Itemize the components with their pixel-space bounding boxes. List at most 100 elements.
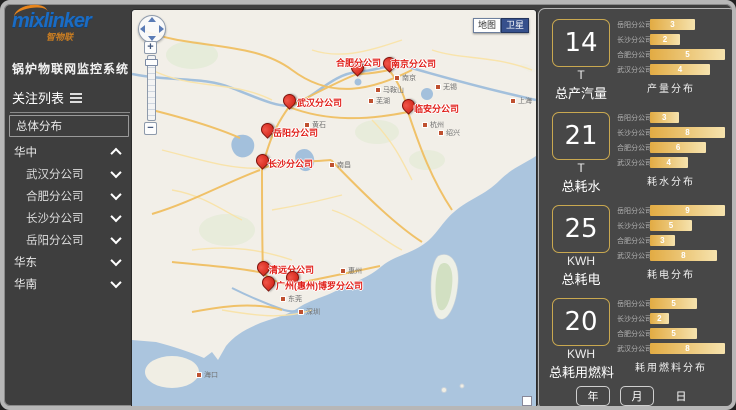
stat-block: 25KWH总耗电岳阳分公司9长沙分公司5合肥分公司3武汉分公司8耗电分布 <box>543 199 731 292</box>
bar-value: 8 <box>685 344 689 353</box>
stat-chart-title: 产量分布 <box>617 80 725 95</box>
pan-right-icon[interactable] <box>159 25 164 33</box>
sidebar-item-label: 华南 <box>14 276 37 292</box>
branch-pin-label[interactable]: 武汉分公司 <box>297 96 342 109</box>
bar-row: 合肥分公司3 <box>617 235 725 246</box>
chevron-down-icon[interactable] <box>110 167 121 178</box>
stat-value-box: 14 <box>552 19 610 67</box>
stat-value-box: 25 <box>552 205 610 253</box>
map-canvas[interactable]: 南京无锡上海马鞍山芜湖杭州绍兴黄石南昌惠州东莞深圳海口 合肥分公司南京分公司临安… <box>131 9 537 410</box>
time-button-day[interactable]: 日 <box>664 386 698 406</box>
stat-bar-chart: 岳阳分公司3长沙分公司8合肥分公司6武汉分公司4 <box>617 112 725 172</box>
stat-chart-title: 耗电分布 <box>617 266 725 281</box>
sidebar-item[interactable]: 华中 <box>8 141 130 163</box>
map-type-satellite-button[interactable]: 卫星 <box>501 18 529 33</box>
map-pan-control[interactable] <box>138 15 166 43</box>
stat-bar-chart: 岳阳分公司5长沙分公司2合肥分公司5武汉分公司8 <box>617 298 725 358</box>
chevron-down-icon[interactable] <box>110 255 121 266</box>
map-corner-widget[interactable] <box>522 396 532 406</box>
bar-value: 2 <box>663 35 667 44</box>
sidebar-item[interactable]: 合肥分公司 <box>8 185 130 207</box>
sidebar-item[interactable]: 华东 <box>8 251 130 273</box>
bar-row: 武汉分公司8 <box>617 250 725 261</box>
watch-list-header: 关注列表 <box>10 85 130 113</box>
zoom-in-button[interactable]: + <box>144 41 157 54</box>
bar-row: 武汉分公司8 <box>617 343 725 354</box>
bar-branch-label: 合肥分公司 <box>617 50 650 60</box>
chevron-down-icon[interactable] <box>110 189 121 200</box>
branch-pin-label[interactable]: 广州(惠州)博罗分公司 <box>276 279 363 292</box>
zoom-slider[interactable] <box>147 55 156 121</box>
bar-row: 岳阳分公司9 <box>617 205 725 216</box>
bar: 2 <box>650 313 669 324</box>
bar-value: 3 <box>660 236 664 245</box>
sidebar-item-label: 长沙分公司 <box>26 210 84 226</box>
stat-block: 14T总产汽量岳阳分公司3长沙分公司2合肥分公司5武汉分公司4产量分布 <box>543 13 731 106</box>
stat-value: 21 <box>564 121 597 151</box>
stat-value: 14 <box>564 28 597 58</box>
bar-row: 长沙分公司8 <box>617 127 725 138</box>
chevron-down-icon[interactable] <box>110 277 121 288</box>
zoom-slider-thumb[interactable] <box>145 59 158 66</box>
bar-row: 长沙分公司2 <box>617 313 725 324</box>
sidebar-item-label: 总体分布 <box>16 118 62 134</box>
pan-left-icon[interactable] <box>140 25 145 33</box>
stat-block: 21T总耗水岳阳分公司3长沙分公司8合肥分公司6武汉分公司4耗水分布 <box>543 106 731 199</box>
branch-pin-label[interactable]: 长沙分公司 <box>268 157 313 170</box>
bar-row: 岳阳分公司3 <box>617 112 725 123</box>
sidebar-item[interactable]: 岳阳分公司 <box>8 229 130 251</box>
stat-value: 20 <box>564 307 597 337</box>
branch-pin-label[interactable]: 临安分公司 <box>414 102 459 115</box>
chevron-down-icon[interactable] <box>110 211 121 222</box>
map-type-map-button[interactable]: 地图 <box>473 18 501 33</box>
sidebar-item[interactable]: 长沙分公司 <box>8 207 130 229</box>
stat-label: 总耗电 <box>549 269 613 288</box>
sidebar-item[interactable]: 华南 <box>8 273 130 295</box>
bar-row: 岳阳分公司5 <box>617 298 725 309</box>
sidebar-item-label: 华中 <box>14 144 37 160</box>
bar: 6 <box>650 142 706 153</box>
bar-branch-label: 长沙分公司 <box>617 128 650 138</box>
branch-pin-label[interactable]: 岳阳分公司 <box>273 126 318 139</box>
bar: 5 <box>650 328 697 339</box>
logo-subtext: 智物联 <box>46 30 73 43</box>
bar-value: 9 <box>685 206 689 215</box>
zoom-out-button[interactable]: − <box>144 122 157 135</box>
bar: 3 <box>650 112 679 123</box>
bar-value: 5 <box>669 221 673 230</box>
bar-branch-label: 长沙分公司 <box>617 314 650 324</box>
app-title: 锅炉物联网监控系统 <box>12 60 130 77</box>
bar-row: 合肥分公司5 <box>617 49 725 60</box>
map-type-switch: 地图 卫星 <box>473 18 529 33</box>
branch-pin-label[interactable]: 南京分公司 <box>391 57 436 70</box>
sidebar-item-label: 岳阳分公司 <box>26 232 84 248</box>
bar-branch-label: 合肥分公司 <box>617 329 650 339</box>
bar: 5 <box>650 220 692 231</box>
bar-branch-label: 岳阳分公司 <box>617 113 650 123</box>
stat-value-box: 21 <box>552 112 610 160</box>
bar-row: 长沙分公司2 <box>617 34 725 45</box>
bar: 4 <box>650 157 688 168</box>
stat-block: 20KWH总耗用燃料岳阳分公司5长沙分公司2合肥分公司5武汉分公司8耗用燃料分布 <box>543 292 731 385</box>
chevron-down-icon[interactable] <box>110 233 121 244</box>
bar-value: 5 <box>671 329 675 338</box>
time-button-year[interactable]: 年 <box>576 386 610 406</box>
list-icon[interactable] <box>70 91 82 105</box>
time-button-month[interactable]: 月 <box>620 386 654 406</box>
chevron-up-icon[interactable] <box>110 148 121 159</box>
pan-up-icon[interactable] <box>148 17 156 22</box>
sidebar-item[interactable]: 武汉分公司 <box>8 163 130 185</box>
branch-pin-label[interactable]: 合肥分公司 <box>336 56 381 69</box>
bar: 4 <box>650 64 710 75</box>
bar-row: 合肥分公司6 <box>617 142 725 153</box>
bar-value: 3 <box>670 20 674 29</box>
time-range-switch: 年月日 <box>543 385 731 407</box>
bar-row: 岳阳分公司3 <box>617 19 725 30</box>
bar-value: 5 <box>671 299 675 308</box>
bar-value: 6 <box>676 143 680 152</box>
bar-branch-label: 武汉分公司 <box>617 65 650 75</box>
stat-value: 25 <box>564 214 597 244</box>
bar-branch-label: 武汉分公司 <box>617 251 650 261</box>
sidebar-item[interactable]: 总体分布 <box>9 115 129 137</box>
bar-row: 武汉分公司4 <box>617 64 725 75</box>
